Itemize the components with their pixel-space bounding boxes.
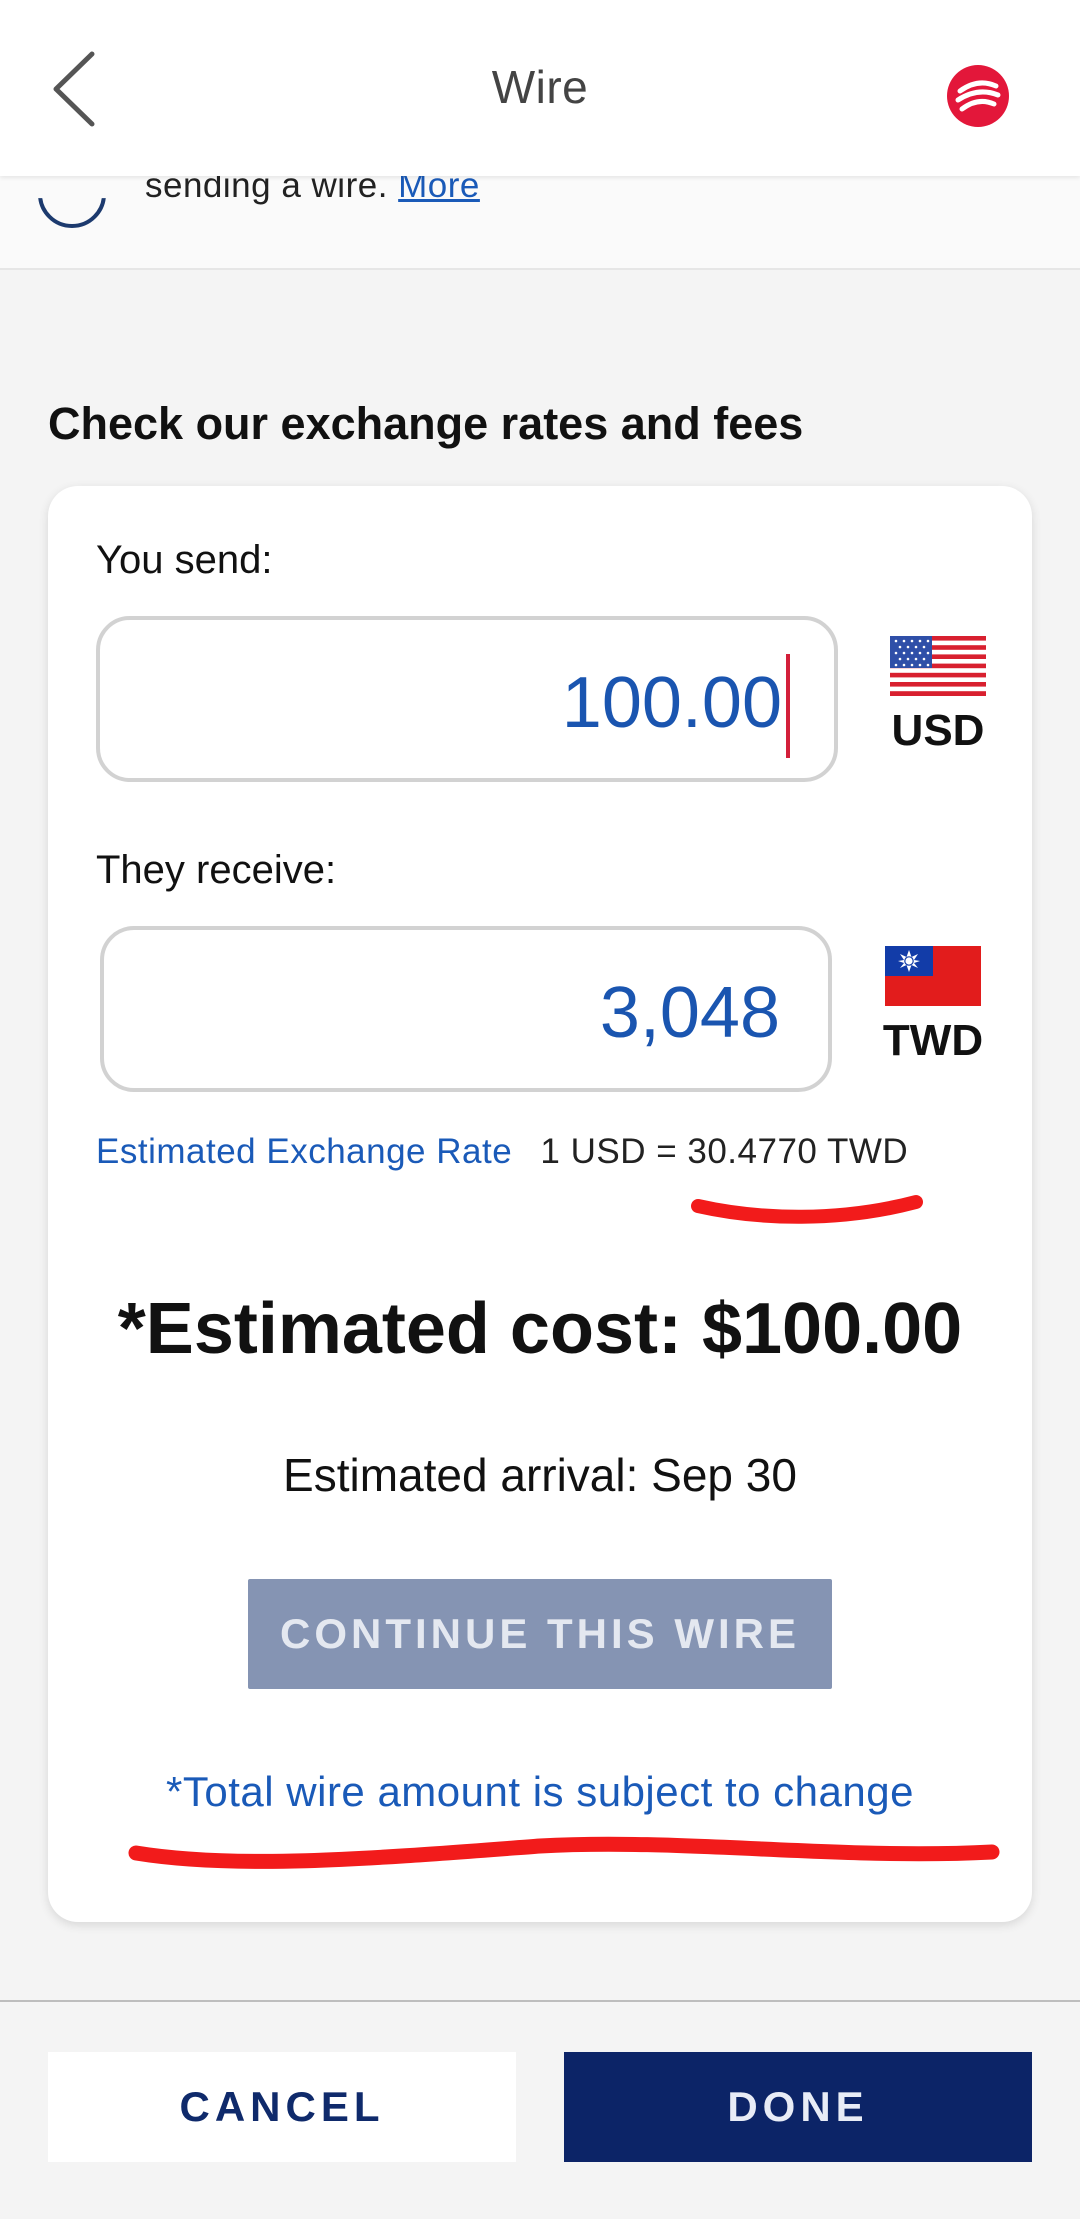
receive-label: They receive:: [96, 848, 337, 892]
done-button[interactable]: DONE: [564, 2052, 1032, 2162]
disclaimer-text: *Total wire amount is subject to change: [166, 1768, 914, 1815]
estimated-arrival: Estimated arrival: Sep 30: [283, 1449, 797, 1501]
us-flag-icon: [890, 636, 986, 696]
send-label: You send:: [96, 538, 273, 582]
send-currency: USD: [883, 636, 993, 756]
bottom-action-bar: CANCEL DONE: [0, 2000, 1080, 2219]
taiwan-flag-icon: [885, 946, 981, 1006]
text-cursor: [786, 654, 790, 758]
send-amount-input[interactable]: 100.00: [96, 616, 838, 782]
top-app-bar: Wire: [0, 0, 1080, 176]
exchange-rate-row: Estimated Exchange Rate 1 USD = 30.4770 …: [96, 1132, 908, 1172]
exchange-rate-label: Estimated Exchange Rate: [96, 1132, 513, 1171]
receive-amount-input[interactable]: 3,048: [100, 926, 832, 1092]
section-title: Check our exchange rates and fees: [48, 398, 804, 449]
receive-amount-value: 3,048: [599, 973, 780, 1053]
cancel-button[interactable]: CANCEL: [48, 2052, 516, 2162]
receive-currency-code: TWD: [882, 1016, 984, 1065]
receive-currency: TWD: [878, 946, 988, 1066]
bank-logo-icon: [947, 65, 1009, 127]
wire-screen: Wire sending a wire. More Check our exch…: [0, 0, 1080, 2219]
send-amount-value: 100.00: [561, 663, 782, 743]
page-title: Wire: [491, 61, 589, 113]
continue-wire-button[interactable]: CONTINUE THIS WIRE: [248, 1579, 832, 1689]
exchange-card: You send: 100.00 USD They receive: 3,048…: [48, 486, 1032, 1922]
estimated-cost: *Estimated cost: $100.00: [117, 1289, 963, 1369]
exchange-rate-value: 1 USD = 30.4770 TWD: [540, 1132, 909, 1171]
send-currency-code: USD: [891, 706, 985, 755]
